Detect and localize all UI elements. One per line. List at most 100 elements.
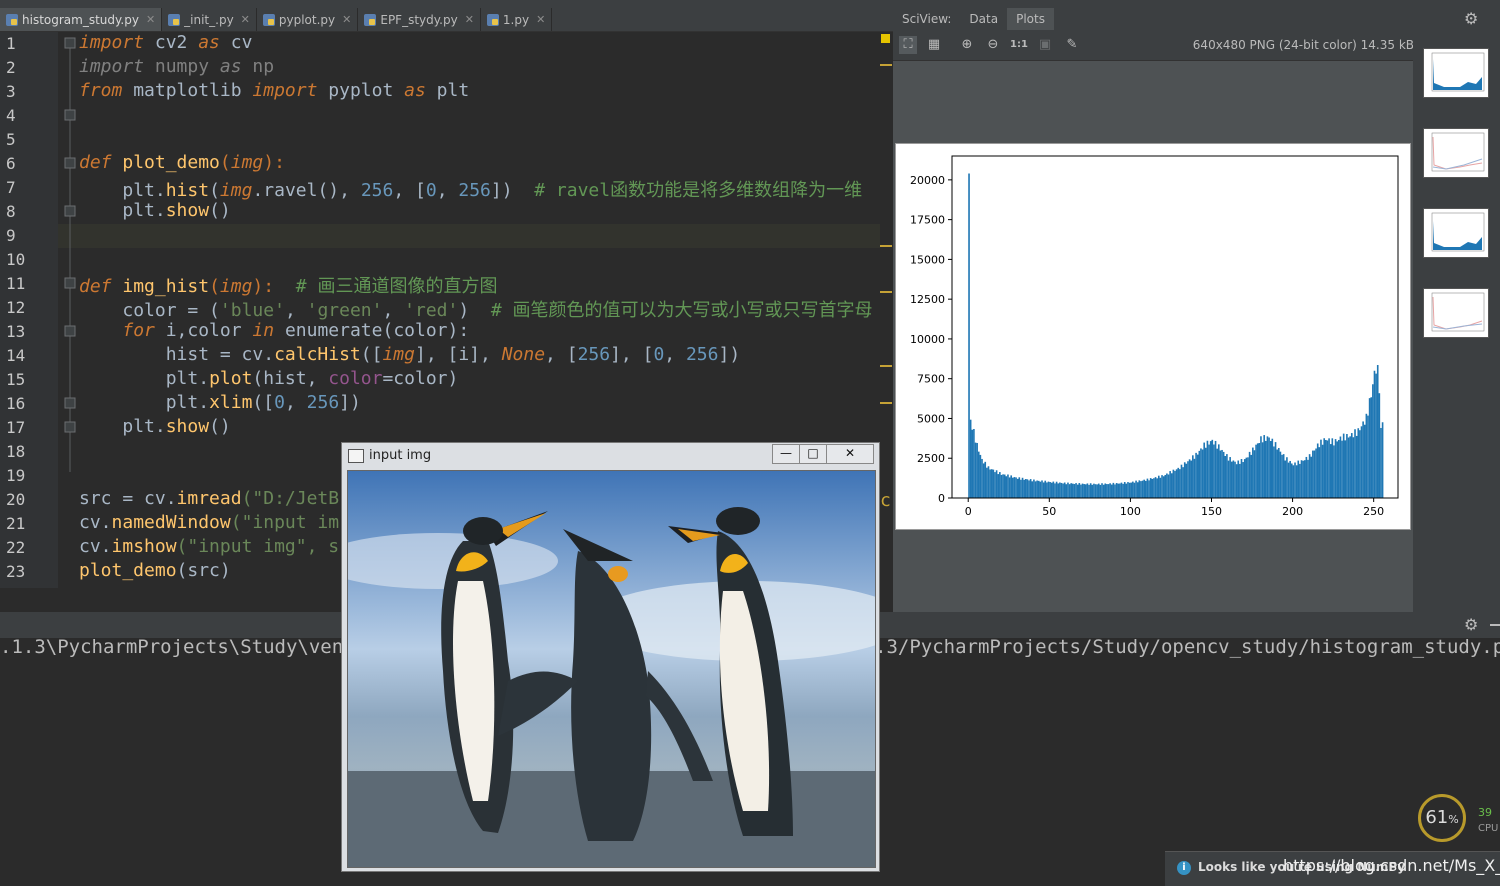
histogram-bar [1206, 440, 1209, 498]
gear-icon[interactable]: ⚙ [1464, 615, 1478, 634]
zoom-in-icon[interactable]: ⊕ [958, 36, 976, 54]
close-icon[interactable]: ✕ [146, 13, 155, 26]
histogram-bar [1359, 430, 1361, 498]
gear-icon[interactable]: ⚙ [1464, 9, 1478, 28]
tab-data[interactable]: Data [960, 12, 1007, 26]
code-token: ): [252, 276, 296, 297]
close-icon[interactable]: ✕ [536, 13, 545, 26]
line-number: 22 [6, 538, 26, 557]
histogram-bar [1162, 476, 1165, 498]
tab-pyplot[interactable]: pyplot.py ✕ [257, 8, 359, 31]
color-picker-icon[interactable]: ✎ [1063, 36, 1081, 54]
histogram-chart: 0 50 100 150 200 2500250050007500100001250015… [910, 155, 1399, 518]
histogram-bar [1075, 483, 1077, 498]
histogram-bar [1149, 478, 1152, 498]
histogram-bar [1117, 483, 1120, 498]
histogram-bar [1352, 437, 1355, 498]
python-file-icon [6, 13, 18, 26]
histogram-bar [1321, 444, 1324, 498]
close-icon[interactable]: ✕ [342, 13, 351, 26]
code-token: (src) [176, 560, 231, 581]
tab-epf-stydy[interactable]: EPF_stydy.py ✕ [358, 8, 481, 31]
scroll-marker[interactable] [880, 64, 892, 66]
plot-thumbnail[interactable] [1423, 288, 1489, 338]
histogram-bar [1242, 462, 1244, 498]
histogram-bar [1028, 480, 1030, 498]
code-line-11: def img_hist(img): # 画三通道图像的直方图 [79, 272, 497, 298]
close-icon[interactable]: ✕ [241, 13, 250, 26]
histogram-bar [1303, 460, 1306, 498]
histogram-bar [1266, 436, 1269, 498]
histogram-bar [1177, 467, 1180, 498]
histogram-bar [1024, 479, 1027, 498]
info-icon: i [1177, 861, 1191, 875]
code-token: , [436, 180, 459, 201]
notification-balloon[interactable]: i Looks like you're using NumPy https://… [1165, 851, 1500, 886]
histogram-bar [1365, 413, 1368, 498]
analysis-status-icon[interactable] [881, 34, 890, 43]
histogram-bar [982, 463, 985, 498]
code-token: 'red' [404, 300, 459, 321]
histogram-bar [1059, 482, 1061, 498]
code-token: cv. [79, 536, 112, 557]
code-token: np [241, 56, 275, 77]
close-button[interactable]: ✕ [826, 444, 874, 464]
histogram-bar [1360, 426, 1363, 498]
histogram-bar [1128, 482, 1131, 498]
y-tick-label: 0 [938, 492, 945, 505]
code-token: ]) [490, 180, 535, 201]
sciview-tabs: SciView: Data Plots [893, 8, 1500, 30]
histogram-plot[interactable]: 0 50 100 150 200 250 0 2500 5000 7500 10000 12500 15… [895, 143, 1411, 530]
plot-thumbnail[interactable] [1423, 128, 1489, 178]
code-token: () [209, 416, 231, 437]
tab-histogram-study[interactable]: histogram_study.py ✕ [0, 8, 163, 31]
histogram-bar [992, 469, 995, 498]
histogram-bar [1339, 436, 1342, 498]
histogram-bar [968, 173, 970, 498]
opencv-window[interactable]: input img — □ ✕ [341, 442, 880, 872]
fit-to-window-icon[interactable]: ⛶ [899, 36, 917, 54]
zoom-out-icon[interactable]: ⊖ [984, 36, 1002, 54]
minimize-icon[interactable] [1490, 624, 1500, 626]
code-token: ("D:/JetB [241, 488, 340, 509]
histogram-bar [1273, 446, 1275, 498]
histogram-bar [1208, 444, 1210, 498]
histogram-bar [990, 469, 993, 498]
code-comment: # ravel函数功能是将多维数组降为一维 [534, 180, 863, 201]
histogram-bar [1302, 460, 1304, 498]
scroll-marker[interactable] [880, 291, 892, 293]
code-token: ]) [718, 344, 741, 365]
minimize-button[interactable]: — [772, 444, 800, 464]
tab-1py[interactable]: 1.py ✕ [481, 8, 553, 31]
maximize-button[interactable]: □ [799, 444, 827, 464]
fit-zoom-icon[interactable]: ▣ [1036, 36, 1054, 54]
grid-icon[interactable]: ▦ [925, 36, 943, 54]
code-token: 256 [306, 392, 340, 413]
histogram-bar [1167, 474, 1170, 498]
close-icon[interactable]: ✕ [465, 13, 474, 26]
histogram-bar [1042, 482, 1045, 498]
histogram-bar [1097, 483, 1100, 498]
code-token: as [198, 32, 220, 53]
plot-thumbnail[interactable] [1423, 208, 1489, 258]
histogram-bar [1072, 483, 1074, 498]
code-token: xlim [209, 392, 253, 413]
histogram-bar [1295, 465, 1298, 498]
histogram-bar [1135, 480, 1137, 498]
tab-plots[interactable]: Plots [1007, 8, 1054, 30]
code-token: , [ [393, 180, 426, 201]
line-number-gutter: 1 2 3 4 5 6 7 8 9 10 11 12 13 14 15 16 1… [0, 32, 58, 588]
histogram-bar [1114, 484, 1116, 498]
memory-gauge[interactable]: 61% [1418, 794, 1466, 842]
window-titlebar[interactable]: input img — □ ✕ [342, 443, 879, 469]
plot-thumbnail[interactable] [1423, 48, 1489, 98]
actual-size-button[interactable]: 1:1 [1010, 36, 1028, 54]
scroll-marker[interactable] [880, 365, 892, 367]
histogram-bar [986, 467, 988, 498]
tab-init[interactable]: _init_.py ✕ [162, 8, 257, 31]
histogram-bar [1023, 479, 1025, 498]
histogram-bar [1299, 463, 1301, 498]
scroll-marker[interactable] [880, 402, 892, 404]
histogram-bar [994, 472, 996, 498]
scroll-marker[interactable] [880, 245, 892, 247]
